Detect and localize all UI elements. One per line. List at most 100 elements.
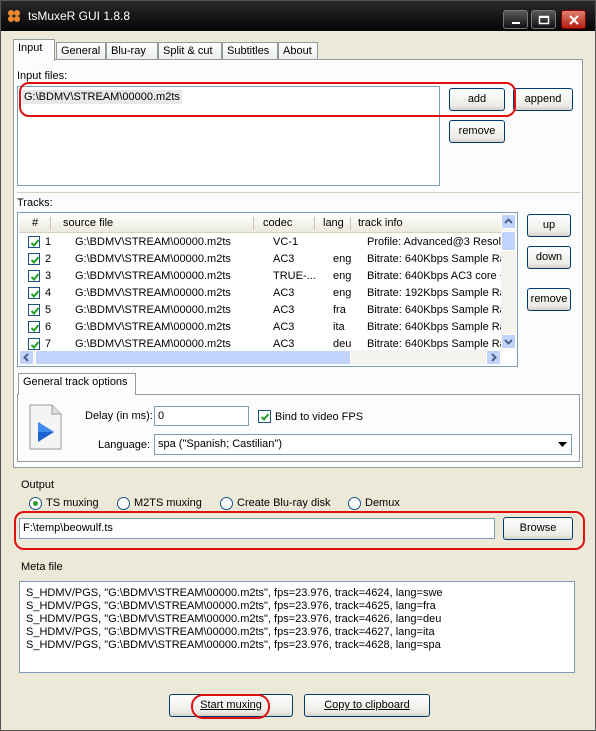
browse-button[interactable]: Browse: [503, 517, 573, 540]
horizontal-scroll-thumb[interactable]: [35, 350, 351, 365]
track-enabled-checkbox[interactable]: [28, 236, 40, 248]
checkmark-icon: [260, 413, 270, 421]
tracks-vertical-scrollbar[interactable]: [501, 214, 516, 350]
tab-subtitles[interactable]: Subtitles: [222, 42, 278, 60]
copy-to-clipboard-button[interactable]: Copy to clipboard: [304, 694, 430, 717]
close-button[interactable]: [561, 10, 586, 29]
tab-blu-ray[interactable]: Blu-ray: [106, 42, 158, 60]
ts-muxing-radio[interactable]: [29, 497, 42, 510]
col-lang[interactable]: lang: [323, 217, 344, 229]
track-source-file: G:\BDMV\STREAM\00000.m2ts: [75, 338, 231, 350]
meta-file-textarea[interactable]: S_HDMV/PGS, "G:\BDMV\STREAM\00000.m2ts",…: [19, 581, 575, 673]
track-options-panel: Delay (in ms): 0 Bind to video FPS Langu…: [17, 394, 580, 462]
track-source-file: G:\BDMV\STREAM\00000.m2ts: [75, 287, 231, 299]
chevron-down-icon: [504, 339, 513, 345]
title-bar[interactable]: tsMuxeR GUI 1.8.8: [1, 1, 595, 31]
col-track-info[interactable]: track info: [358, 217, 403, 229]
delay-input[interactable]: 0: [154, 406, 249, 426]
track-lang: eng: [333, 270, 352, 282]
track-row[interactable]: 2 G:\BDMV\STREAM\00000.m2ts AC3 eng Bitrate:…: [19, 251, 507, 268]
track-row[interactable]: 3 G:\BDMV\STREAM\00000.m2ts TRUE-... eng Bit…: [19, 268, 507, 285]
col-codec[interactable]: codec: [263, 217, 292, 229]
scroll-down-arrow[interactable]: [501, 334, 516, 349]
demux-radio[interactable]: [348, 497, 361, 510]
close-icon: [569, 15, 579, 25]
start-muxing-button[interactable]: Start muxing: [169, 694, 293, 717]
tab-general-track-options[interactable]: General track options: [18, 373, 136, 395]
track-enabled-checkbox[interactable]: [28, 338, 40, 350]
m2ts-muxing-label[interactable]: M2TS muxing: [134, 497, 202, 509]
track-number: 4: [45, 287, 52, 299]
output-path-input[interactable]: F:\temp\beowulf.ts: [19, 518, 495, 539]
track-row[interactable]: 5 G:\BDMV\STREAM\00000.m2ts AC3 fra Bitrate:…: [19, 302, 507, 319]
scroll-right-arrow[interactable]: [486, 350, 501, 365]
track-number: 1: [45, 236, 52, 248]
col-source-file[interactable]: source file: [63, 217, 113, 229]
remove-file-button[interactable]: remove: [449, 120, 505, 143]
track-enabled-checkbox[interactable]: [28, 321, 40, 333]
track-enabled-checkbox[interactable]: [28, 287, 40, 299]
bind-fps-checkbox[interactable]: [258, 410, 271, 423]
tracks-horizontal-scrollbar[interactable]: [19, 350, 502, 365]
tab-about[interactable]: About: [278, 42, 318, 60]
col-number[interactable]: #: [32, 217, 38, 229]
language-select[interactable]: spa ("Spanish; Castilian"): [154, 434, 572, 455]
media-file-icon: [29, 404, 62, 450]
track-row[interactable]: 6 G:\BDMV\STREAM\00000.m2ts AC3 ita Bitrate:…: [19, 319, 507, 336]
scroll-thumb[interactable]: [501, 231, 516, 251]
minimize-button[interactable]: [503, 10, 528, 29]
add-button[interactable]: add: [449, 88, 505, 111]
m2ts-muxing-radio[interactable]: [117, 497, 130, 510]
demux-label[interactable]: Demux: [365, 497, 400, 509]
window-title: tsMuxeR GUI 1.8.8: [28, 9, 131, 23]
track-row[interactable]: 4 G:\BDMV\STREAM\00000.m2ts AC3 eng Bitrate:…: [19, 285, 507, 302]
track-enabled-checkbox[interactable]: [28, 304, 40, 316]
checkmark-icon: [30, 307, 40, 315]
create-bluray-label[interactable]: Create Blu-ray disk: [237, 497, 331, 509]
input-files-list[interactable]: G:\BDMV\STREAM\00000.m2ts: [17, 86, 440, 186]
track-lang: ita: [333, 321, 345, 333]
track-codec: AC3: [273, 338, 295, 350]
track-source-file: G:\BDMV\STREAM\00000.m2ts: [75, 321, 231, 333]
meta-line: S_HDMV/PGS, "G:\BDMV\STREAM\00000.m2ts",…: [26, 626, 435, 638]
tab-split-cut[interactable]: Split & cut: [158, 42, 222, 60]
tracks-header: # source file codec lang track info: [19, 214, 501, 233]
tab-general[interactable]: General: [56, 42, 106, 60]
ts-muxing-label[interactable]: TS muxing: [46, 497, 99, 509]
track-codec: TRUE-...: [273, 270, 316, 282]
minimize-icon: [512, 22, 520, 24]
language-label: Language:: [98, 439, 150, 451]
track-enabled-checkbox[interactable]: [28, 270, 40, 282]
track-number: 7: [45, 338, 52, 350]
tracks-label: Tracks:: [17, 197, 53, 209]
chevron-up-icon: [504, 218, 513, 224]
scroll-left-arrow[interactable]: [19, 350, 34, 365]
append-button[interactable]: append: [513, 88, 573, 111]
maximize-button[interactable]: [531, 10, 556, 29]
checkmark-icon: [30, 239, 40, 247]
tracks-table[interactable]: # source file codec lang track info 1 G:\…: [17, 212, 518, 367]
track-enabled-checkbox[interactable]: [28, 253, 40, 265]
input-file-item[interactable]: G:\BDMV\STREAM\00000.m2ts: [22, 90, 182, 104]
tab-input[interactable]: Input: [13, 39, 55, 61]
scroll-up-arrow[interactable]: [501, 214, 516, 229]
track-source-file: G:\BDMV\STREAM\00000.m2ts: [75, 304, 231, 316]
track-number: 2: [45, 253, 52, 265]
col-divider: [350, 217, 351, 230]
track-lang: eng: [333, 287, 352, 299]
track-down-button[interactable]: down: [527, 246, 571, 269]
checkmark-icon: [30, 324, 40, 332]
track-remove-button[interactable]: remove: [527, 288, 571, 311]
track-info: Bitrate: 640Kbps Sample Rate:: [367, 253, 507, 265]
checkmark-icon: [30, 290, 40, 298]
track-codec: AC3: [273, 253, 295, 265]
checkmark-icon: [30, 273, 40, 281]
track-source-file: G:\BDMV\STREAM\00000.m2ts: [75, 236, 231, 248]
track-lang: eng: [333, 253, 352, 265]
create-bluray-radio[interactable]: [220, 497, 233, 510]
track-up-button[interactable]: up: [527, 214, 571, 237]
track-row[interactable]: 1 G:\BDMV\STREAM\00000.m2ts VC-1 Profile: A…: [19, 234, 507, 251]
input-tab-panel: Input files: G:\BDMV\STREAM\00000.m2ts a…: [13, 59, 583, 468]
track-lang: fra: [333, 304, 346, 316]
track-number: 6: [45, 321, 52, 333]
